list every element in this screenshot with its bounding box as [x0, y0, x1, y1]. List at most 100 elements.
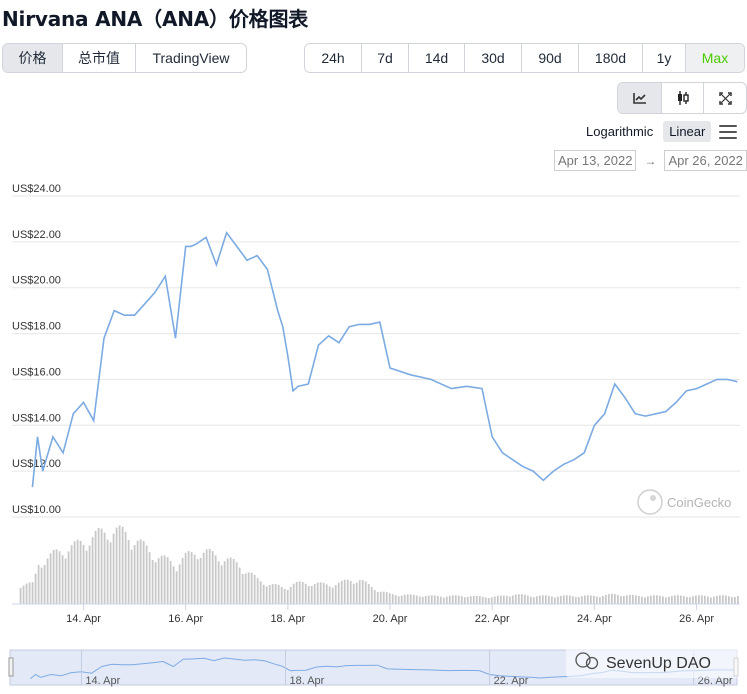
range-14d[interactable]: 14d [409, 44, 465, 72]
range-max[interactable]: Max [686, 44, 744, 72]
volume-bar [337, 582, 340, 604]
volume-bar [619, 596, 622, 604]
volume-bar [376, 592, 379, 604]
tab-market-cap[interactable]: 总市值 [63, 44, 136, 72]
volume-bar [301, 582, 304, 604]
volume-bar [577, 597, 580, 604]
volume-bar [211, 551, 214, 604]
volume-bar [103, 532, 106, 604]
volume-bar [94, 530, 97, 604]
volume-bar [64, 558, 67, 604]
volume-bar [499, 595, 502, 604]
hamburger-menu-icon[interactable] [719, 124, 738, 139]
volume-bar [220, 565, 223, 604]
volume-bar [550, 596, 553, 604]
volume-bar [280, 586, 283, 604]
volume-bar [208, 548, 211, 604]
volume-bar [655, 595, 658, 604]
volume-bar [709, 597, 712, 604]
volume-bar [610, 593, 613, 604]
volume-bar [616, 594, 619, 604]
volume-bar [331, 587, 334, 604]
volume-bar [244, 573, 247, 604]
volume-bar [271, 584, 274, 604]
range-90d[interactable]: 90d [522, 44, 579, 72]
candlestick-icon[interactable] [662, 83, 704, 113]
chart-type-tabs [617, 82, 747, 114]
volume-bar [370, 587, 373, 604]
volume-bar [484, 597, 487, 604]
volume-bar [247, 572, 250, 604]
range-180d[interactable]: 180d [579, 44, 643, 72]
navigator-window [9, 649, 738, 686]
volume-bar [109, 542, 112, 604]
volume-bar [544, 595, 547, 604]
scale-linear[interactable]: Linear [663, 121, 712, 142]
volume-bar [634, 595, 637, 604]
volume-bar [568, 595, 571, 604]
date-to-input[interactable]: Apr 26, 2022 [664, 150, 747, 171]
volume-bar [406, 594, 409, 604]
volume-bar [547, 595, 550, 604]
volume-bar [124, 531, 127, 604]
volume-bar [490, 597, 493, 604]
volume-bar [412, 594, 415, 604]
volume-bar [184, 552, 187, 604]
volume-bar [592, 595, 595, 604]
volume-bar [76, 539, 79, 604]
range-1y[interactable]: 1y [643, 44, 686, 72]
scale-logarithmic[interactable]: Logarithmic [580, 121, 659, 142]
volume-bar [514, 594, 517, 604]
navigator-tick-label: 18. Apr [289, 675, 324, 687]
volume-bar [70, 545, 73, 604]
volume-bar [667, 596, 670, 604]
volume-bar [298, 581, 301, 604]
volume-bar [268, 584, 271, 604]
volume-bar [223, 561, 226, 604]
volume-bar [85, 550, 88, 604]
volume-bar [115, 527, 118, 604]
volume-bar [661, 596, 664, 604]
x-tick-label: 14. Apr [66, 613, 101, 625]
volume-bar [715, 595, 718, 604]
range-7d[interactable]: 7d [362, 44, 409, 72]
volume-bar [430, 595, 433, 604]
volume-bar [502, 595, 505, 604]
volume-bar [367, 584, 370, 604]
coingecko-watermark: CoinGecko [637, 489, 731, 515]
volume-bar [199, 557, 202, 604]
range-30d[interactable]: 30d [465, 44, 522, 72]
volume-bar [694, 595, 697, 604]
date-from-input[interactable]: Apr 13, 2022 [554, 150, 637, 171]
volume-bar [364, 581, 367, 604]
volume-bar [292, 583, 295, 604]
tab-price[interactable]: 价格 [3, 44, 63, 72]
volume-bar [676, 595, 679, 604]
tab-tradingview[interactable]: TradingView [136, 44, 246, 72]
navigator-handle-left [8, 657, 14, 677]
volume-bar [178, 564, 181, 604]
volume-bar [328, 586, 331, 604]
range-24h[interactable]: 24h [305, 44, 362, 72]
x-tick-label: 18. Apr [270, 613, 305, 625]
volume-bar [580, 596, 583, 604]
navigator-tick-label: 22. Apr [494, 675, 529, 687]
volume-bar [418, 596, 421, 604]
volume-bar [679, 595, 682, 604]
volume-bar [496, 595, 499, 604]
volume-bar [256, 578, 259, 604]
volume-bar [202, 552, 205, 604]
volume-bar [295, 581, 298, 604]
volume-bar [187, 551, 190, 604]
volume-bar [670, 595, 673, 604]
fullscreen-icon[interactable] [704, 83, 746, 113]
volume-bar [79, 540, 82, 604]
volume-bar [466, 596, 469, 604]
volume-bar [31, 582, 34, 604]
volume-bar [526, 595, 529, 604]
volume-bar [283, 588, 286, 604]
line-chart-icon[interactable] [618, 83, 662, 113]
volume-bar [217, 561, 220, 604]
volume-bar [538, 595, 541, 604]
volume-bar [28, 582, 31, 604]
